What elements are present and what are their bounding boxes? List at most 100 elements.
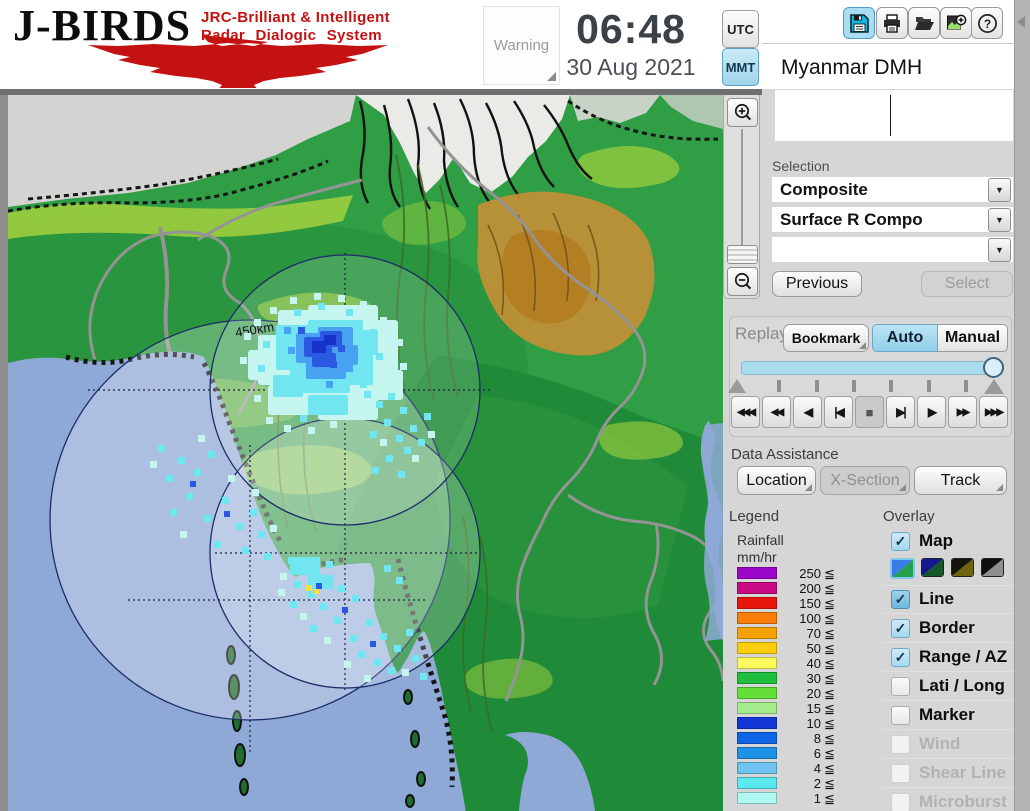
- step-forward-button[interactable]: ▶|: [886, 396, 915, 428]
- overlay-row-marker[interactable]: Marker: [883, 701, 1013, 730]
- legend-row: 70 ≦: [737, 626, 847, 641]
- legend-swatch: [737, 657, 777, 669]
- legend-value: 10: [775, 716, 821, 731]
- add-image-button[interactable]: [940, 7, 972, 39]
- replay-auto-button[interactable]: Auto: [872, 324, 938, 352]
- data-assistance-label: Data Assistance: [731, 446, 839, 463]
- radar-map-viewport[interactable]: 450km: [8, 95, 723, 811]
- step-back-button[interactable]: |◀: [824, 396, 853, 428]
- previous-button[interactable]: Previous: [772, 271, 862, 297]
- legend-value: 8: [775, 731, 821, 746]
- fastest-forward-button[interactable]: ▶▶▶: [979, 396, 1008, 428]
- track-button[interactable]: Track: [914, 466, 1007, 495]
- selection-dropdown-2[interactable]: Surface R Compo: [772, 207, 1013, 232]
- border-checkbox[interactable]: [891, 619, 910, 638]
- legend-value: 2: [775, 776, 821, 791]
- timezone-utc-button[interactable]: UTC: [722, 10, 759, 48]
- track-corner-fold-icon: [996, 484, 1003, 491]
- legend-lte-symbol: ≦: [824, 746, 835, 762]
- save-button[interactable]: [843, 7, 875, 39]
- print-button[interactable]: [876, 7, 908, 39]
- location-button[interactable]: Location: [737, 466, 816, 495]
- bookmark-corner-fold-icon: [859, 342, 866, 349]
- legend-row: 15 ≦: [737, 701, 847, 716]
- zoom-slider-track[interactable]: [741, 129, 743, 247]
- rewind-button[interactable]: ◀◀: [762, 396, 791, 428]
- legend-swatch: [737, 567, 777, 579]
- slider-tick: [777, 380, 781, 392]
- overlay-row-range-az[interactable]: Range / AZ: [883, 643, 1013, 672]
- step-back-icon: |◀: [834, 405, 843, 419]
- fast-forward-button[interactable]: ▶▶: [948, 396, 977, 428]
- range-az-checkbox[interactable]: [891, 648, 910, 667]
- legend-row: 6 ≦: [737, 746, 847, 761]
- legend-lte-symbol: ≦: [824, 686, 835, 702]
- overlay-row-wind: Wind: [883, 730, 1013, 759]
- zoom-out-button[interactable]: [727, 267, 758, 296]
- selection-dropdown-2-arrow[interactable]: ▼: [988, 208, 1011, 232]
- eagle-logo-icon: [8, 34, 396, 88]
- replay-slider-track[interactable]: [741, 361, 993, 375]
- stop-button[interactable]: ■: [855, 396, 884, 428]
- microburst-checkbox: [891, 793, 910, 811]
- collapse-arrow-icon[interactable]: [1017, 16, 1025, 28]
- overlay-row-line[interactable]: Line: [883, 585, 1013, 614]
- play-backward-button[interactable]: ◀: [793, 396, 822, 428]
- selection-dropdown-1[interactable]: Composite: [772, 177, 1013, 202]
- lati-long-checkbox[interactable]: [891, 677, 910, 696]
- legend-swatch: [737, 792, 777, 804]
- selection-dropdown-3-arrow[interactable]: ▼: [988, 238, 1011, 262]
- map-zoom-control: [723, 95, 760, 299]
- selection-dropdown-3[interactable]: [772, 237, 1013, 262]
- legend-heading: Legend: [729, 508, 779, 525]
- overlay-row-border[interactable]: Border: [883, 614, 1013, 643]
- legend-lte-symbol: ≦: [824, 611, 835, 627]
- map-style-swatch-1[interactable]: [890, 558, 915, 579]
- location-corner-fold-icon: [805, 484, 812, 491]
- panel-collapse-strip[interactable]: [1014, 0, 1030, 811]
- select-button[interactable]: Select: [921, 271, 1013, 297]
- zoom-slider-handle[interactable]: [727, 245, 758, 264]
- legend-lte-symbol: ≦: [824, 776, 835, 792]
- help-glyph: ?: [983, 17, 990, 31]
- legend-swatch: [737, 717, 777, 729]
- legend-lte-symbol: ≦: [824, 731, 835, 747]
- overlay-label-map: Map: [919, 531, 953, 551]
- map-style-swatch-2[interactable]: [921, 558, 944, 577]
- bookmark-button[interactable]: Bookmark: [783, 324, 869, 352]
- slider-start-marker[interactable]: [728, 379, 746, 393]
- overlay-row-lati-long[interactable]: Lati / Long: [883, 672, 1013, 701]
- map-style-swatch-3[interactable]: [951, 558, 974, 577]
- fastest-forward-icon: ▶▶▶: [985, 407, 1002, 418]
- legend-lte-symbol: ≦: [824, 656, 835, 672]
- play-button[interactable]: ▶: [917, 396, 946, 428]
- map-style-swatch-4[interactable]: [981, 558, 1004, 577]
- fast-rewind-button[interactable]: ◀◀◀: [731, 396, 760, 428]
- slider-end-marker[interactable]: [984, 379, 1004, 394]
- legend-value: 150: [775, 596, 821, 611]
- marker-checkbox[interactable]: [891, 706, 910, 725]
- selection-label: Selection: [772, 158, 830, 174]
- station-input-field[interactable]: [775, 90, 1013, 141]
- timezone-mmt-button[interactable]: MMT: [722, 48, 759, 86]
- legend-value: 250: [775, 566, 821, 581]
- x-section-button[interactable]: X-Section: [820, 466, 910, 495]
- rewind-icon: ◀◀: [771, 407, 782, 418]
- zoom-in-button[interactable]: [727, 98, 758, 127]
- overlay-heading: Overlay: [883, 508, 935, 525]
- map-checkbox[interactable]: [891, 532, 910, 551]
- replay-manual-button[interactable]: Manual: [938, 324, 1008, 352]
- j-birds-app-window: J-BIRDS JRC-Brilliant & Intelligent Rada…: [0, 0, 1030, 811]
- warning-button[interactable]: Warning: [483, 6, 560, 85]
- clock-time: 06:48: [560, 6, 702, 53]
- help-button[interactable]: ?: [971, 7, 1003, 39]
- legend-row: 4 ≦: [737, 761, 847, 776]
- replay-slider-handle[interactable]: [983, 357, 1004, 378]
- legend-lte-symbol: ≦: [824, 626, 835, 642]
- station-name-box[interactable]: Myanmar DMH: [772, 51, 1013, 85]
- save-icon: [850, 14, 869, 33]
- selection-dropdown-1-arrow[interactable]: ▼: [988, 178, 1011, 202]
- line-checkbox[interactable]: [891, 590, 910, 609]
- open-file-button[interactable]: [908, 7, 940, 39]
- previous-button-label: Previous: [786, 275, 848, 293]
